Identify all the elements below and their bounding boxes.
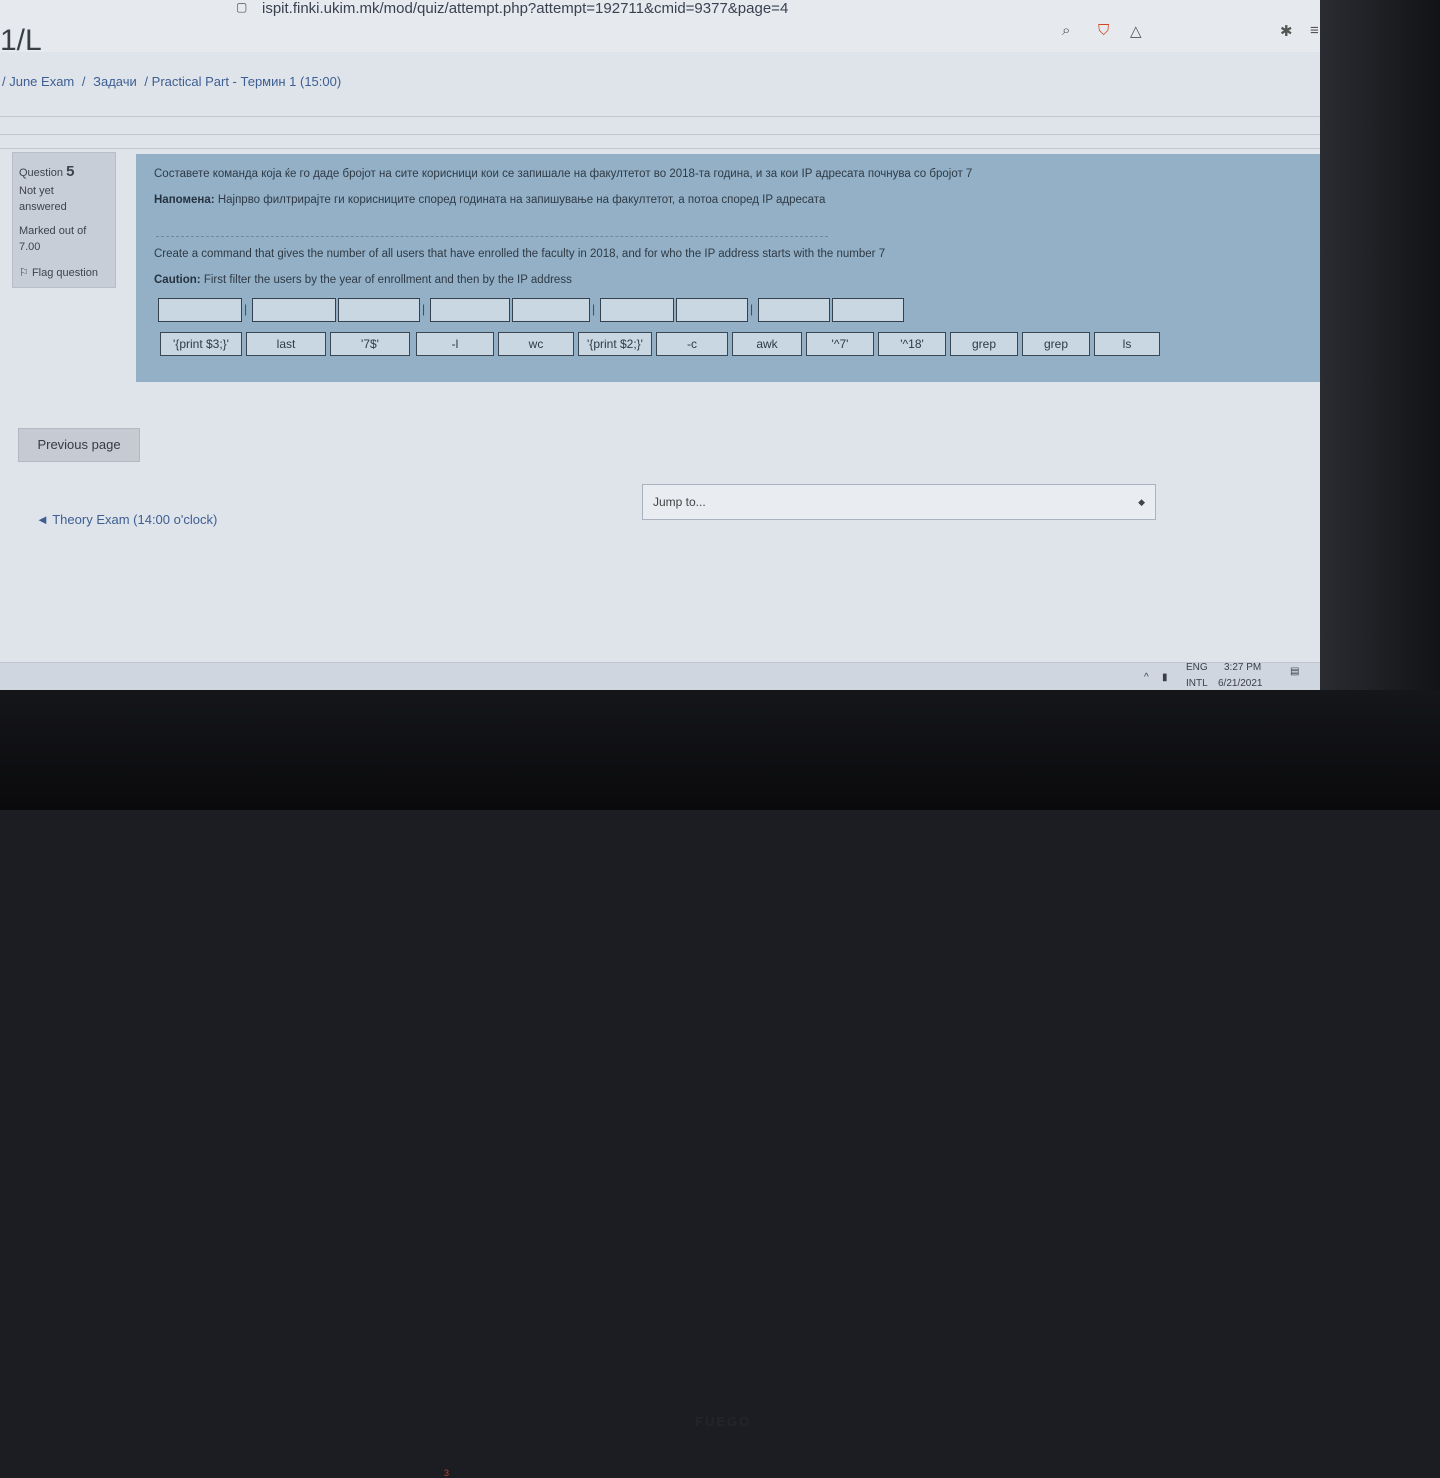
drop-zone[interactable] [158, 298, 242, 322]
drag-item[interactable]: '7$' [330, 332, 410, 356]
lang-label[interactable]: ENG [1186, 662, 1208, 673]
drop-zone[interactable] [600, 298, 674, 322]
question-caution: Caution: First filter the users by the y… [154, 274, 572, 286]
question-note-mk: Напомена: Најпрво филтрирајте ги корисни… [154, 194, 826, 206]
quiz-page: 1/L / June Exam / Задачи / Practical Par… [0, 24, 1330, 662]
drop-zone[interactable] [758, 298, 830, 322]
drag-item[interactable]: last [246, 332, 326, 356]
question-number: Question 5 [19, 163, 75, 180]
question-info: Question 5 Not yet answered Marked out o… [12, 152, 116, 288]
monitor-brand: FUEGO [695, 1414, 752, 1429]
menu-icon[interactable]: ≡ [1310, 22, 1319, 39]
monitor-bezel [1320, 0, 1440, 810]
drag-item[interactable]: -l [416, 332, 494, 356]
tray-chevron-icon[interactable]: ^ [1144, 672, 1149, 683]
flag-icon: ⚐ [19, 267, 29, 279]
drop-zone[interactable] [512, 298, 590, 322]
divider [0, 662, 1330, 663]
browser-toolbar: ▢ ispit.finki.ukim.mk/mod/quiz/attempt.p… [0, 0, 1330, 53]
brave-shield-icon[interactable]: ⛉ [1098, 22, 1109, 39]
breadcrumb-separator: / [81, 74, 86, 89]
status-line: answered [19, 201, 67, 213]
notifications-icon[interactable]: ▤ [1290, 666, 1299, 677]
question-text-mk: Составете команда која ќе го даде бројот… [154, 168, 973, 180]
pipe-separator: | [422, 302, 426, 316]
select-arrows-icon: ◆ [1138, 497, 1145, 507]
marked-line: 7.00 [19, 241, 41, 253]
clock-time[interactable]: 3:27 PM [1224, 662, 1261, 673]
drag-item[interactable]: '{print $2;}' [578, 332, 652, 356]
puzzle-icon[interactable]: ✱ [1280, 22, 1293, 40]
pipe-separator: | [592, 302, 596, 316]
drag-item[interactable]: ls [1094, 332, 1160, 356]
divider [0, 134, 1330, 135]
previous-page-button[interactable]: Previous page [18, 428, 140, 462]
drag-item[interactable]: '{print $3;}' [160, 332, 242, 356]
flag-question-link[interactable]: ⚐ Flag question [19, 266, 98, 279]
drop-zone[interactable] [832, 298, 904, 322]
drag-item[interactable]: wc [498, 332, 574, 356]
breadcrumb-zadaci[interactable]: Задачи [93, 74, 137, 89]
drag-item[interactable]: grep [1022, 332, 1090, 356]
question-content: Составете команда која ќе го даде бројот… [136, 154, 1330, 382]
address-bar[interactable]: ispit.finki.ukim.mk/mod/quiz/attempt.php… [262, 0, 788, 17]
marked-line: Marked out of [19, 225, 87, 237]
breadcrumb-june-exam[interactable]: / June Exam [2, 74, 74, 89]
drag-item[interactable]: awk [732, 332, 802, 356]
drop-zone[interactable] [676, 298, 748, 322]
divider [0, 148, 1330, 149]
drop-zone[interactable] [252, 298, 336, 322]
screen: ▢ ispit.finki.ukim.mk/mod/quiz/attempt.p… [0, 0, 1330, 705]
zoom-icon[interactable]: ⌕ [1062, 22, 1070, 39]
question-text-en: Create a command that gives the number o… [154, 248, 886, 260]
drag-item[interactable]: grep [950, 332, 1018, 356]
drag-item[interactable]: '^7' [806, 332, 874, 356]
drop-zone[interactable] [430, 298, 510, 322]
clock-date[interactable]: 6/21/2021 [1218, 678, 1263, 689]
lang-label[interactable]: INTL [1186, 678, 1208, 689]
breadcrumb-practical-part[interactable]: / Practical Part - Термин 1 (15:00) [144, 74, 341, 89]
monitor-bezel: FUEGO 3 [0, 690, 1440, 1478]
microphone-icon[interactable]: ▮ [1162, 672, 1168, 683]
theory-exam-link[interactable]: ◄ Theory Exam (14:00 o'clock) [36, 512, 217, 527]
triangle-icon[interactable]: △ [1130, 22, 1142, 40]
pipe-separator: | [750, 302, 754, 316]
dashed-divider [156, 236, 828, 237]
drag-item[interactable]: -c [656, 332, 728, 356]
drag-item[interactable]: '^18' [878, 332, 946, 356]
page-icon: ▢ [236, 0, 248, 14]
site-title[interactable]: 1/L [0, 24, 42, 58]
pipe-separator: | [244, 302, 248, 316]
breadcrumb: / June Exam / Задачи / Practical Part - … [2, 74, 345, 89]
jump-to-select[interactable]: Jump to... ◆ [642, 484, 1156, 520]
status-line: Not yet [19, 185, 54, 197]
divider [0, 116, 1330, 117]
monitor-led: 3 [444, 1468, 450, 1478]
drop-zone[interactable] [338, 298, 420, 322]
